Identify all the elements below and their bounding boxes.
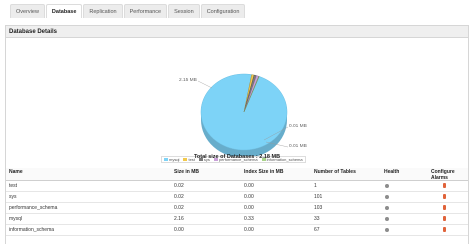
panel-title: Database Details bbox=[6, 26, 468, 38]
table-header-row: Name Size in MB Index Size in MB Number … bbox=[6, 168, 468, 181]
cell-size: 0.02 bbox=[174, 205, 184, 211]
total-size-label: Total size of Databases : 2.18 MB bbox=[193, 154, 281, 160]
cell-index-size: 0.33 bbox=[244, 216, 254, 222]
slice-label-small-2: 0.01 MB bbox=[289, 144, 307, 149]
cell-size: 0.02 bbox=[174, 194, 184, 200]
column-header-number-of-tables[interactable]: Number of Tables bbox=[311, 168, 381, 180]
alarm-config-icon[interactable] bbox=[443, 194, 446, 200]
table-row[interactable]: sys 0.02 0.00 101 bbox=[6, 192, 468, 203]
column-header-name[interactable]: Name bbox=[6, 168, 171, 180]
cell-name: sys bbox=[9, 194, 17, 200]
tab-configuration[interactable]: Configuration bbox=[200, 4, 246, 18]
cell-configure-alarm bbox=[428, 225, 468, 235]
cell-configure-alarm bbox=[428, 192, 468, 202]
slice-leader-line bbox=[197, 80, 213, 89]
cell-size: 0.02 bbox=[174, 183, 184, 189]
alarm-config-icon[interactable] bbox=[443, 205, 446, 211]
slice-label-mysql: 2.15 MB bbox=[179, 78, 197, 83]
cell-tables: 103 bbox=[314, 205, 323, 211]
cell-configure-alarm bbox=[428, 203, 468, 213]
alarm-config-icon[interactable] bbox=[443, 183, 446, 189]
cell-tables: 33 bbox=[314, 216, 320, 222]
status-dot-icon bbox=[385, 183, 389, 188]
column-header-configure-alarms[interactable]: Configure Alarms bbox=[428, 168, 468, 180]
cell-name: performance_schema bbox=[9, 205, 58, 211]
cell-tables: 67 bbox=[314, 227, 320, 233]
status-dot-icon bbox=[385, 194, 389, 199]
tab-database[interactable]: Database bbox=[45, 4, 83, 18]
cell-tables: 1 bbox=[314, 183, 317, 189]
cell-name: mysql bbox=[9, 216, 23, 222]
column-header-size[interactable]: Size in MB bbox=[171, 168, 241, 180]
slice-label-small-1: 0.01 MB bbox=[289, 124, 307, 129]
table-row[interactable]: mysql 2.16 0.33 33 bbox=[6, 214, 468, 225]
cell-health bbox=[381, 192, 428, 202]
cell-configure-alarm bbox=[428, 181, 468, 191]
table-row[interactable]: performance_schema 0.02 0.00 103 bbox=[6, 203, 468, 214]
cell-size: 0.00 bbox=[174, 227, 184, 233]
tab-session[interactable]: Session bbox=[168, 4, 200, 18]
database-details-panel: Database Details 2.15 MB 0.01 MB 0.01 MB… bbox=[5, 25, 469, 244]
cell-name: test bbox=[9, 183, 18, 189]
cell-index-size: 0.00 bbox=[244, 205, 254, 211]
cell-index-size: 0.00 bbox=[244, 194, 254, 200]
table-row[interactable]: test 0.02 0.00 1 bbox=[6, 181, 468, 192]
cell-configure-alarm bbox=[428, 214, 468, 224]
tab-bar: Overview Database Replication Performanc… bbox=[10, 4, 246, 18]
status-dot-icon bbox=[385, 205, 389, 210]
alarm-config-icon[interactable] bbox=[443, 227, 446, 233]
tab-overview[interactable]: Overview bbox=[10, 4, 45, 18]
database-table: Name Size in MB Index Size in MB Number … bbox=[6, 168, 468, 236]
cell-tables: 101 bbox=[314, 194, 323, 200]
cell-name: information_schema bbox=[9, 227, 55, 233]
column-header-health[interactable]: Health bbox=[381, 168, 428, 180]
status-dot-icon bbox=[385, 216, 389, 221]
cell-index-size: 0.00 bbox=[244, 227, 254, 233]
alarm-config-icon[interactable] bbox=[443, 216, 446, 222]
cell-health bbox=[381, 181, 428, 191]
status-dot-icon bbox=[385, 227, 389, 232]
cell-health bbox=[381, 203, 428, 213]
database-size-pie-chart: 2.15 MB 0.01 MB 0.01 MB mysql test sys perf… bbox=[6, 38, 468, 163]
cell-health bbox=[381, 214, 428, 224]
tab-performance[interactable]: Performance bbox=[123, 4, 168, 18]
cell-health bbox=[381, 225, 428, 235]
tab-replication[interactable]: Replication bbox=[83, 4, 123, 18]
cell-index-size: 0.00 bbox=[244, 183, 254, 189]
column-header-index-size[interactable]: Index Size in MB bbox=[241, 168, 311, 180]
pie-chart-svg bbox=[197, 73, 289, 158]
cell-size: 2.16 bbox=[174, 216, 184, 222]
table-row[interactable]: information_schema 0.00 0.00 67 bbox=[6, 225, 468, 236]
